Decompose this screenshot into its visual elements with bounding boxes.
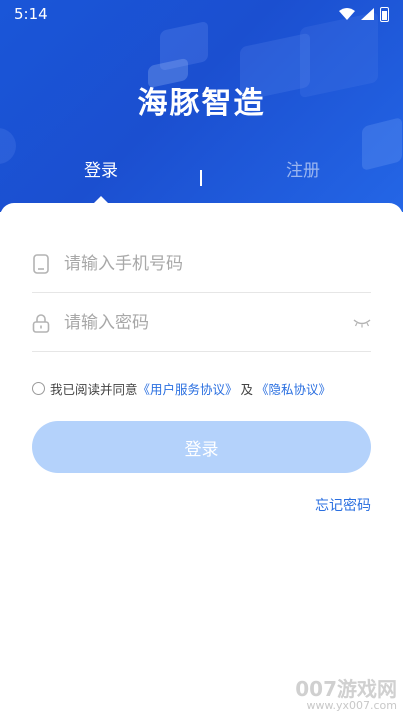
signal-icon: [361, 8, 374, 20]
tab-login[interactable]: 登录: [84, 156, 118, 181]
app-logo: 海豚智造: [0, 78, 403, 122]
tab-register[interactable]: 注册: [286, 156, 320, 181]
lock-icon: [32, 313, 50, 333]
battery-icon: [380, 6, 389, 22]
header-banner: 5:14 海豚智造 登录 注册: [0, 0, 403, 212]
agreement-row: 我已阅读并同意 《用户服务协议》 及 《隐私协议》: [32, 379, 331, 398]
password-field[interactable]: [32, 294, 371, 352]
status-bar: 5:14: [0, 0, 403, 28]
active-tab-indicator: [94, 196, 108, 203]
agreement-conjunction: 及: [240, 382, 254, 397]
phone-field[interactable]: [32, 235, 371, 293]
status-time: 5:14: [14, 5, 48, 23]
login-card: 我已阅读并同意 《用户服务协议》 及 《隐私协议》 登录 忘记密码 007游戏网…: [0, 203, 403, 716]
login-button[interactable]: 登录: [32, 421, 371, 473]
phone-input[interactable]: [64, 253, 371, 274]
phone-icon: [32, 253, 50, 274]
watermark-title: 007游戏网: [295, 677, 397, 702]
status-icons: [339, 6, 389, 22]
user-agreement-link[interactable]: 《用户服务协议》: [138, 379, 238, 398]
wifi-icon: [339, 8, 355, 20]
app-logo-text: 海豚智造: [137, 86, 266, 121]
agreement-prefix: 我已阅读并同意: [50, 382, 138, 397]
agreement-checkbox[interactable]: [32, 382, 45, 395]
watermark-url: www.yx007.com: [306, 699, 397, 713]
privacy-policy-link[interactable]: 《隐私协议》: [256, 379, 331, 398]
tab-divider: [200, 170, 202, 186]
watermark: 007游戏网 www.yx007.com: [295, 679, 397, 712]
eye-closed-icon[interactable]: [353, 318, 371, 328]
forgot-password-link[interactable]: 忘记密码: [315, 495, 371, 515]
password-input[interactable]: [64, 312, 353, 333]
